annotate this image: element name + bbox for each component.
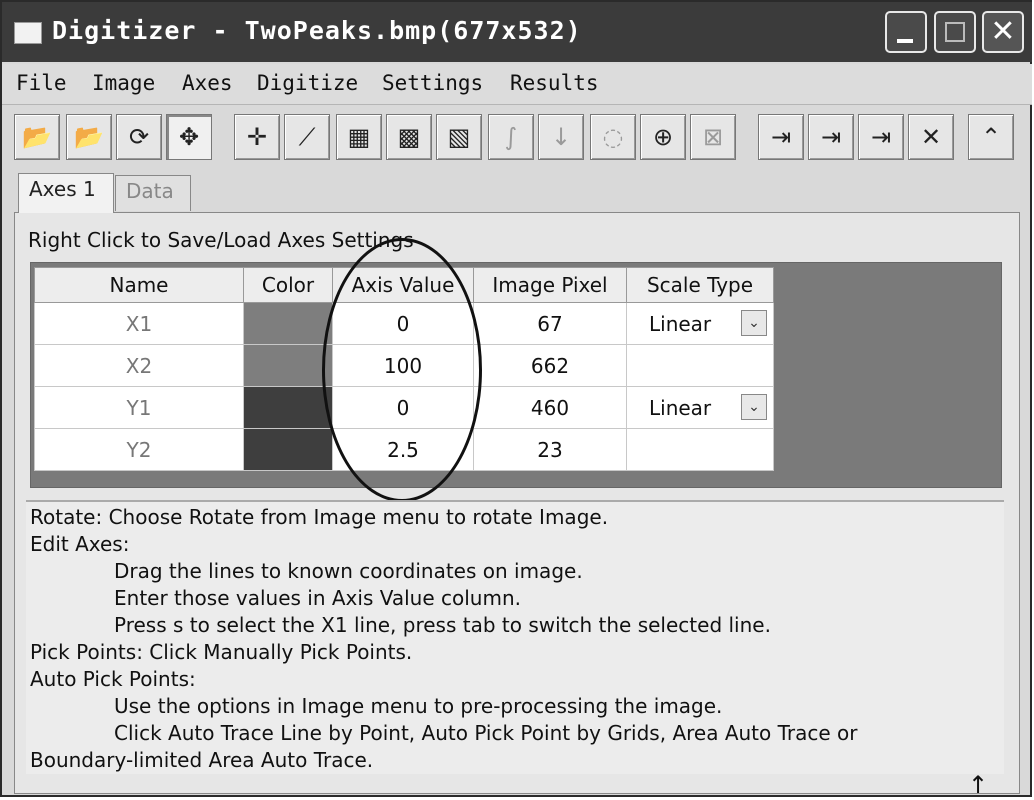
export-peaks-button[interactable]: ⇥	[858, 114, 904, 160]
cell-image-pixel[interactable]: 460	[473, 386, 627, 429]
open-folder-button[interactable]: 📂	[14, 114, 60, 160]
help-line: Rotate: Choose Rotate from Image menu to…	[30, 505, 609, 529]
close-icon: ✕	[990, 14, 1016, 49]
grid-pick-button[interactable]: ▦	[336, 114, 382, 160]
tab-data[interactable]: Data	[115, 175, 191, 211]
cell-scale-type[interactable]: Linear ⌄	[626, 386, 774, 429]
cell-scale-type[interactable]	[626, 428, 774, 471]
axes-settings-hint: Right Click to Save/Load Axes Settings	[28, 228, 414, 252]
open-folder-2-button[interactable]: 📂	[66, 114, 112, 160]
menu-results[interactable]: Results	[510, 71, 599, 95]
maximize-button[interactable]	[934, 11, 976, 53]
minimize-icon	[897, 39, 913, 43]
help-line: Drag the lines to known coordinates on i…	[114, 559, 583, 583]
curve-icon: ∫	[504, 123, 518, 151]
cell-scale-type[interactable]	[626, 344, 774, 387]
header-scale-type[interactable]: Scale Type	[626, 267, 774, 303]
minimize-button[interactable]	[885, 11, 927, 53]
cell-color[interactable]	[243, 428, 333, 471]
export-table-button[interactable]: ⇥	[758, 114, 804, 160]
cell-name: Y1	[34, 386, 244, 429]
collapse-button[interactable]: ⌃	[968, 114, 1014, 160]
color-swatch	[244, 429, 332, 470]
close-button[interactable]: ✕	[982, 11, 1024, 53]
toolbar: 📂 📂 ⟳ ✥ ✛ ⟋ ▦ ▩ ▧ ∫ ↓ ◌ ⊕ ⊠ ⇥ ⇥ ⇥ ✕ ⌃	[2, 106, 1032, 164]
help-line: Press s to select the X1 line, press tab…	[114, 613, 771, 637]
digitizer-window: Digitizer - TwoPeaks.bmp(677x532) ✕ File…	[0, 0, 1032, 799]
auto-trace-button[interactable]: ⟋	[284, 114, 330, 160]
curve-button[interactable]: ∫	[488, 114, 534, 160]
help-line: Boundary-limited Area Auto Trace.	[30, 748, 374, 772]
delete-grid-icon: ⊠	[702, 123, 724, 151]
highlight-oval	[322, 238, 482, 502]
header-color[interactable]: Color	[243, 267, 333, 303]
menu-image[interactable]: Image	[92, 71, 155, 95]
tag-icon: ◌	[602, 123, 624, 151]
export-chart-button[interactable]: ⇥	[808, 114, 854, 160]
sort-button[interactable]: ↓	[538, 114, 584, 160]
menu-axes[interactable]: Axes	[182, 71, 233, 95]
window-title: Digitizer - TwoPeaks.bmp(677x532)	[52, 16, 582, 45]
manual-pick-button[interactable]: ✛	[234, 114, 280, 160]
cell-scale-type[interactable]: Linear ⌄	[626, 302, 774, 345]
collapse-icon: ⌃	[980, 123, 1002, 151]
area-trace-button[interactable]: ▩	[386, 114, 432, 160]
color-swatch	[244, 345, 332, 386]
title-bar[interactable]: Digitizer - TwoPeaks.bmp(677x532) ✕	[2, 2, 1032, 62]
app-icon	[14, 22, 42, 44]
help-line: Enter those values in Axis Value column.	[114, 586, 521, 610]
chevron-down-icon[interactable]: ⌄	[741, 310, 767, 336]
cell-name: X2	[34, 344, 244, 387]
add-point-icon: ⊕	[652, 123, 674, 151]
move-axes-button[interactable]: ✥	[166, 114, 212, 160]
cell-name: Y2	[34, 428, 244, 471]
cell-color[interactable]	[243, 344, 333, 387]
menu-bar: File Image Axes Digitize Settings Result…	[2, 64, 1032, 105]
menu-file[interactable]: File	[16, 71, 67, 95]
help-line: Click Auto Trace Line by Point, Auto Pic…	[114, 721, 858, 745]
delete-button[interactable]: ✕	[908, 114, 954, 160]
cell-color[interactable]	[243, 302, 333, 345]
tag-button[interactable]: ◌	[590, 114, 636, 160]
cell-image-pixel[interactable]: 662	[473, 344, 627, 387]
cell-image-pixel[interactable]: 67	[473, 302, 627, 345]
menu-digitize[interactable]: Digitize	[257, 71, 358, 95]
boundary-trace-icon: ▧	[447, 123, 471, 151]
grid-pick-icon: ▦	[347, 123, 371, 151]
area-trace-icon: ▩	[397, 123, 421, 151]
rotate-icon: ⟳	[128, 123, 150, 151]
color-swatch	[244, 303, 332, 344]
color-swatch	[244, 387, 332, 428]
export-table-icon: ⇥	[770, 123, 792, 151]
help-line: Use the options in Image menu to pre-pro…	[114, 694, 723, 718]
tab-axes-1[interactable]: Axes 1	[18, 173, 114, 213]
cursor-arrow-icon: ↑	[968, 771, 989, 799]
sort-icon: ↓	[550, 123, 572, 151]
auto-trace-icon: ⟋	[298, 123, 316, 151]
help-line: Auto Pick Points:	[30, 667, 196, 691]
cell-name: X1	[34, 302, 244, 345]
header-name[interactable]: Name	[34, 267, 244, 303]
menu-settings[interactable]: Settings	[382, 71, 483, 95]
delete-icon: ✕	[920, 123, 942, 151]
scale-type-value: Linear	[649, 311, 712, 336]
rotate-button[interactable]: ⟳	[116, 114, 162, 160]
manual-pick-icon: ✛	[246, 123, 268, 151]
help-line: Pick Points: Click Manually Pick Points.	[30, 640, 413, 664]
chevron-down-icon[interactable]: ⌄	[741, 394, 767, 420]
open-folder-icon: 📂	[22, 123, 52, 151]
delete-grid-button[interactable]: ⊠	[690, 114, 736, 160]
export-peaks-icon: ⇥	[870, 123, 892, 151]
boundary-trace-button[interactable]: ▧	[436, 114, 482, 160]
scale-type-value: Linear	[649, 395, 712, 420]
maximize-icon	[945, 22, 965, 42]
export-chart-icon: ⇥	[820, 123, 842, 151]
move-axes-icon: ✥	[178, 123, 200, 151]
add-point-button[interactable]: ⊕	[640, 114, 686, 160]
help-line: Edit Axes:	[30, 532, 130, 556]
open-folder-2-icon: 📂	[74, 123, 104, 151]
header-image-pixel[interactable]: Image Pixel	[473, 267, 627, 303]
cell-image-pixel[interactable]: 23	[473, 428, 627, 471]
cell-color[interactable]	[243, 386, 333, 429]
